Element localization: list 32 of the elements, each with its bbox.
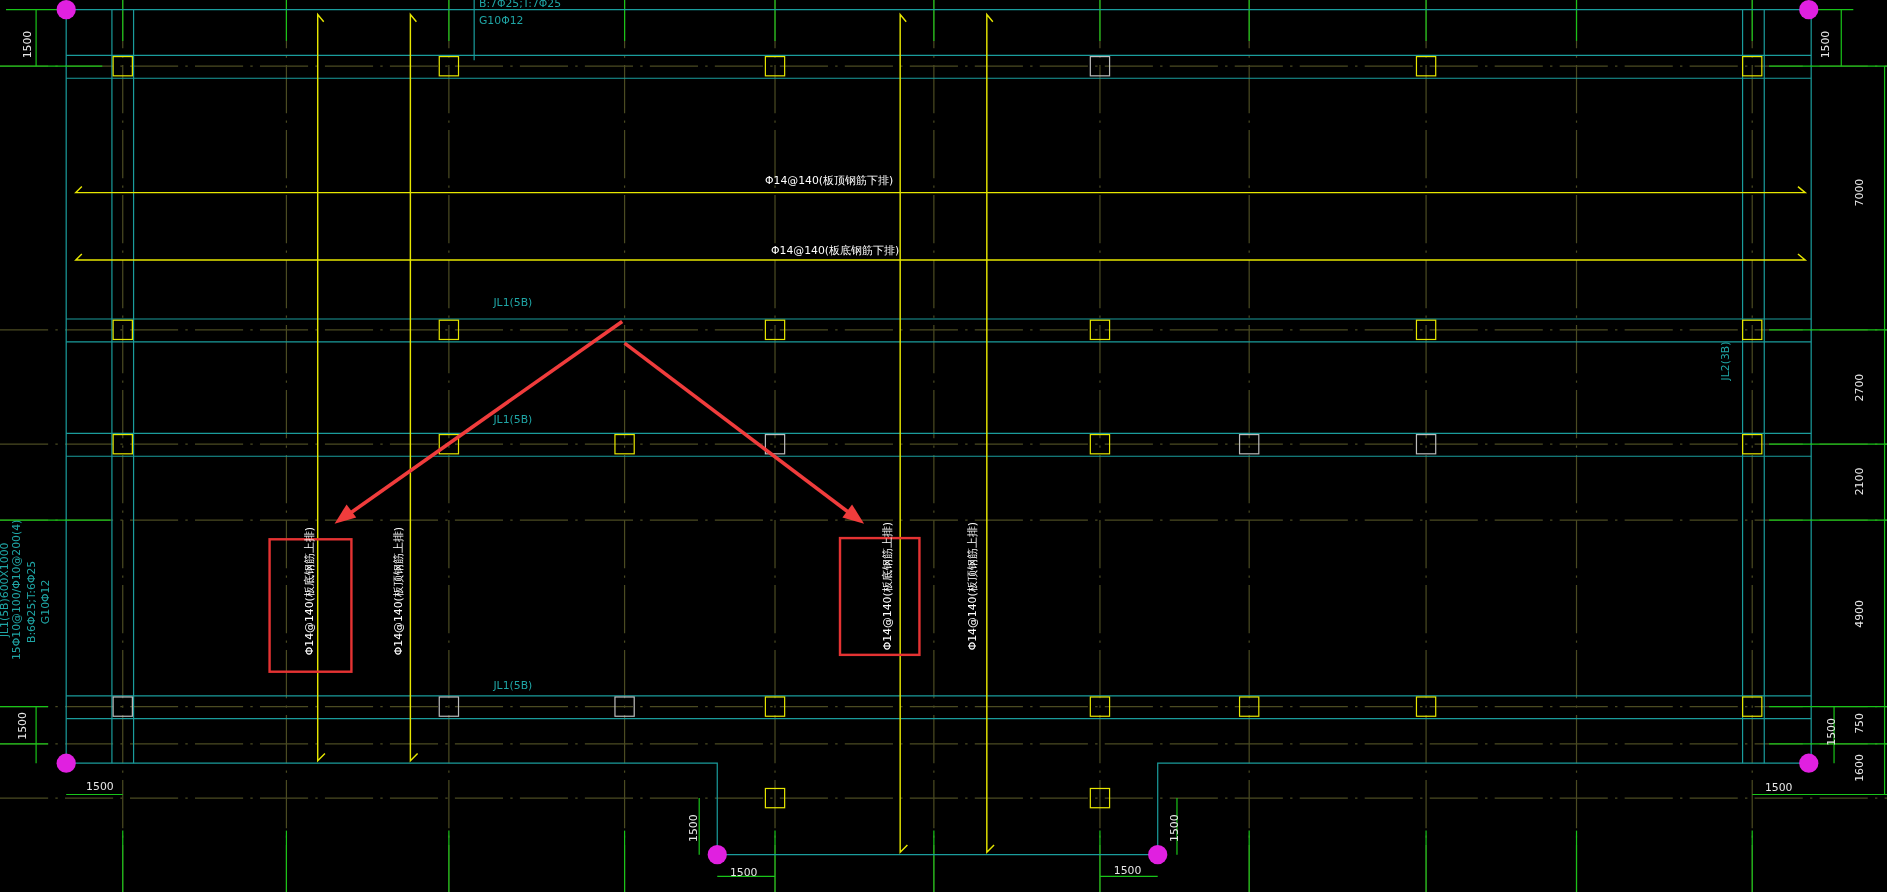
beam-note: B:6Φ25;T:6Φ25 (24, 560, 38, 643)
dimension-label: 1600 (1852, 754, 1866, 782)
dimension-label: 1500 (1764, 780, 1793, 794)
rebar-label: Φ14@140(板顶钢筋上排) (966, 522, 979, 651)
rebar-label: Φ14@140(板底钢筋上排) (302, 526, 316, 656)
dimension-label: 1500 (21, 30, 35, 59)
dimension-label: 1500 (86, 779, 114, 793)
beam-note: 15Φ10@100/Φ10@200(4) (10, 519, 24, 661)
dimension-label: 7000 (1852, 178, 1866, 207)
dimension-label: 2100 (1852, 467, 1866, 496)
rebar-label: Φ14@140(板顶钢筋上排) (391, 526, 405, 656)
rebar-label: Φ14@140(板顶钢筋下排) (765, 174, 894, 188)
dimension-label: 1500 (16, 712, 30, 740)
dimension-label: 2700 (1852, 373, 1866, 402)
dimension-label: 1500 (1168, 814, 1182, 842)
beam-note: G10Φ12 (39, 579, 53, 625)
beam-label: JL1(5B) (493, 295, 533, 309)
dimension-label: 1500 (686, 814, 700, 842)
rebar-label: Φ14@140(板底钢筋下排) (771, 244, 900, 257)
dimension-label: 750 (1852, 713, 1866, 734)
beam-note: JL1(5B)600X1000 (0, 542, 12, 638)
dimension-label: 1500 (729, 866, 758, 880)
dimension-label: 4900 (1852, 600, 1866, 628)
beam-label: JL1(5B) (493, 678, 533, 692)
beam-note: B:7Φ25;T:7Φ25 (478, 0, 562, 11)
beam-note: G10Φ12 (478, 14, 524, 28)
dimension-label: 1500 (1819, 30, 1833, 59)
beam-label: JL1(5B) (493, 412, 533, 426)
rebar-label: Φ14@140(板底钢筋上排) (880, 522, 894, 651)
dimension-label: 1500 (1113, 863, 1142, 877)
beam-label: JL2(3B) (1719, 341, 1733, 381)
dimension-label: 1500 (1825, 718, 1839, 746)
